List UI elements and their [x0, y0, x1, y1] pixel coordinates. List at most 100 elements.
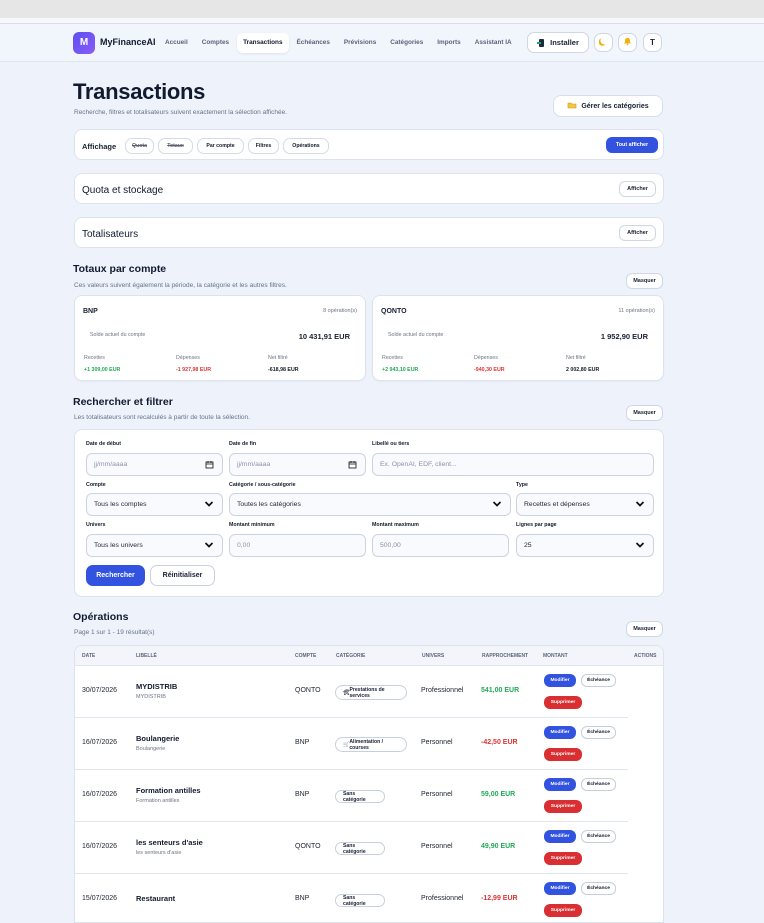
display-totals-toggle[interactable]: Totaux	[158, 138, 193, 154]
mask-operations-button[interactable]: Masquer	[626, 621, 663, 637]
page-subtitle: Recherche, filtres et totalisateurs suiv…	[74, 109, 288, 116]
show-quota-button[interactable]: Afficher	[619, 181, 656, 197]
category-badge[interactable]: 🛒 Alimentation / courses	[335, 737, 407, 752]
due-button[interactable]: Échéance	[581, 882, 616, 895]
manage-categories-button[interactable]: Gérer les catégories	[553, 95, 663, 117]
account-filter-label: Compte	[86, 482, 106, 488]
nav-echeances[interactable]: Échéances	[291, 33, 336, 53]
delete-button[interactable]: Supprimer	[544, 748, 582, 761]
type-filter-label: Type	[516, 482, 528, 488]
expenses-value: -1 927,98 EUR	[176, 367, 212, 373]
search-button[interactable]: Rechercher	[86, 565, 145, 586]
due-button[interactable]: Échéance	[581, 830, 616, 843]
due-button[interactable]: Échéance	[581, 778, 616, 791]
type-select[interactable]: Recettes et dépenses	[516, 493, 654, 516]
category-badge[interactable]: Sans catégorie	[335, 842, 385, 855]
modify-button[interactable]: Modifier	[544, 778, 576, 791]
display-account-toggle[interactable]: Par compte	[197, 138, 244, 154]
modify-button[interactable]: Modifier	[544, 830, 576, 843]
row-date: 16/07/2026	[82, 843, 118, 850]
category-badge[interactable]: 🛠 Prestations de services	[335, 685, 407, 700]
display-filters-toggle[interactable]: Filtres	[248, 138, 279, 154]
chevron-down-icon	[635, 541, 645, 551]
row-universe: Personnel	[421, 739, 453, 746]
page-title: Transactions	[73, 79, 206, 104]
row-date: 30/07/2026	[82, 687, 118, 694]
table-row: 16/07/2026 les senteurs d'asie les sente…	[75, 822, 628, 874]
modify-button[interactable]: Modifier	[544, 674, 576, 687]
row-amount: 49,90 EUR	[481, 843, 516, 850]
reset-button[interactable]: Réinitialiser	[150, 565, 215, 586]
avatar[interactable]: T	[643, 33, 662, 52]
nav-categories[interactable]: Catégories	[384, 33, 429, 53]
display-quota-toggle[interactable]: Quota	[125, 138, 154, 154]
nav-comptes[interactable]: Comptes	[196, 33, 235, 53]
row-universe: Personnel	[421, 791, 453, 798]
balance-label: Solde actuel du compte	[388, 332, 444, 338]
row-account: BNP	[295, 895, 310, 902]
nav-accueil[interactable]: Accueil	[159, 33, 194, 53]
minimum-amount-label: Montant minimum	[229, 522, 275, 528]
category-select[interactable]: Toutes les catégories	[229, 493, 511, 516]
minimum-amount-input[interactable]: 0,00	[229, 534, 366, 557]
balance-value: 10 431,91 EUR	[298, 332, 350, 341]
notifications-button[interactable]	[618, 33, 637, 52]
row-account: QONTO	[295, 843, 321, 850]
install-label: Installer	[550, 38, 579, 47]
display-operations-toggle[interactable]: Opérations	[283, 138, 329, 154]
row-universe: Professionnel	[421, 895, 464, 902]
rows-per-page-select[interactable]: 25	[516, 534, 654, 557]
expenses-label: Dépenses	[474, 355, 498, 361]
expenses-value: -940,30 EUR	[474, 367, 505, 373]
table-row: 16/07/2026 Formation antilles Formation …	[75, 770, 628, 822]
account-name: QONTO	[381, 308, 407, 315]
start-date-input[interactable]: jj/mm/aaaa	[86, 453, 223, 476]
operations-title: Opérations	[73, 611, 129, 623]
income-label: Recettes	[382, 355, 403, 361]
row-amount: -12,99 EUR	[481, 895, 518, 902]
category-badge[interactable]: Sans catégorie	[335, 894, 385, 907]
operation-count: 8 opération(s)	[323, 308, 357, 314]
delete-button[interactable]: Supprimer	[544, 904, 582, 917]
totalizers-title: Totalisateurs	[82, 229, 139, 240]
due-button[interactable]: Échéance	[581, 726, 616, 739]
category-column-header: CATÉGORIE	[336, 653, 366, 659]
mask-account-totals-button[interactable]: Masquer	[626, 273, 663, 289]
balance-value: 1 952,90 EUR	[600, 332, 648, 341]
maximum-amount-input[interactable]: 500,00	[372, 534, 509, 557]
theme-toggle-button[interactable]	[594, 33, 613, 52]
row-label: Restaurant	[136, 894, 176, 903]
show-all-button[interactable]: Tout afficher	[606, 137, 658, 153]
moon-icon	[598, 37, 608, 48]
account-name: BNP	[83, 308, 98, 315]
start-date-label: Date de début	[86, 441, 122, 447]
delete-button[interactable]: Supprimer	[544, 800, 582, 813]
search-filter-title: Rechercher et filtrer	[73, 396, 173, 408]
row-sublabel: Boulangerie	[136, 746, 166, 752]
due-button[interactable]: Échéance	[581, 674, 616, 687]
nav-previsions[interactable]: Prévisions	[338, 33, 382, 53]
nav-assistant-ia[interactable]: Assistant IA	[469, 33, 518, 53]
rows-per-page-label: Lignes par page	[516, 522, 557, 528]
show-totalizers-button[interactable]: Afficher	[619, 225, 656, 241]
delete-button[interactable]: Supprimer	[544, 696, 582, 709]
totalizers-section: Totalisateurs Afficher	[74, 217, 664, 248]
mask-search-button[interactable]: Masquer	[626, 405, 663, 421]
income-value: +1 309,00 EUR	[84, 367, 121, 373]
amount-column-header: MONTANT	[543, 653, 568, 659]
nav-transactions[interactable]: Transactions	[237, 33, 289, 53]
row-label: les senteurs d'asie	[136, 838, 203, 847]
end-date-input[interactable]: jj/mm/aaaa	[229, 453, 366, 476]
delete-button[interactable]: Supprimer	[544, 852, 582, 865]
modify-button[interactable]: Modifier	[544, 882, 576, 895]
account-select[interactable]: Tous les comptes	[86, 493, 223, 516]
net-value: -618,98 EUR	[268, 367, 299, 373]
label-search-input[interactable]: Ex. OpenAI, EDF, client...	[372, 453, 654, 476]
nav-imports[interactable]: Imports	[431, 33, 466, 53]
category-badge[interactable]: Sans catégorie	[335, 790, 385, 803]
install-icon	[537, 38, 546, 48]
universe-select[interactable]: Tous les univers	[86, 534, 223, 557]
install-button[interactable]: Installer	[527, 32, 589, 53]
modify-button[interactable]: Modifier	[544, 726, 576, 739]
row-amount: 59,00 EUR	[481, 791, 516, 798]
